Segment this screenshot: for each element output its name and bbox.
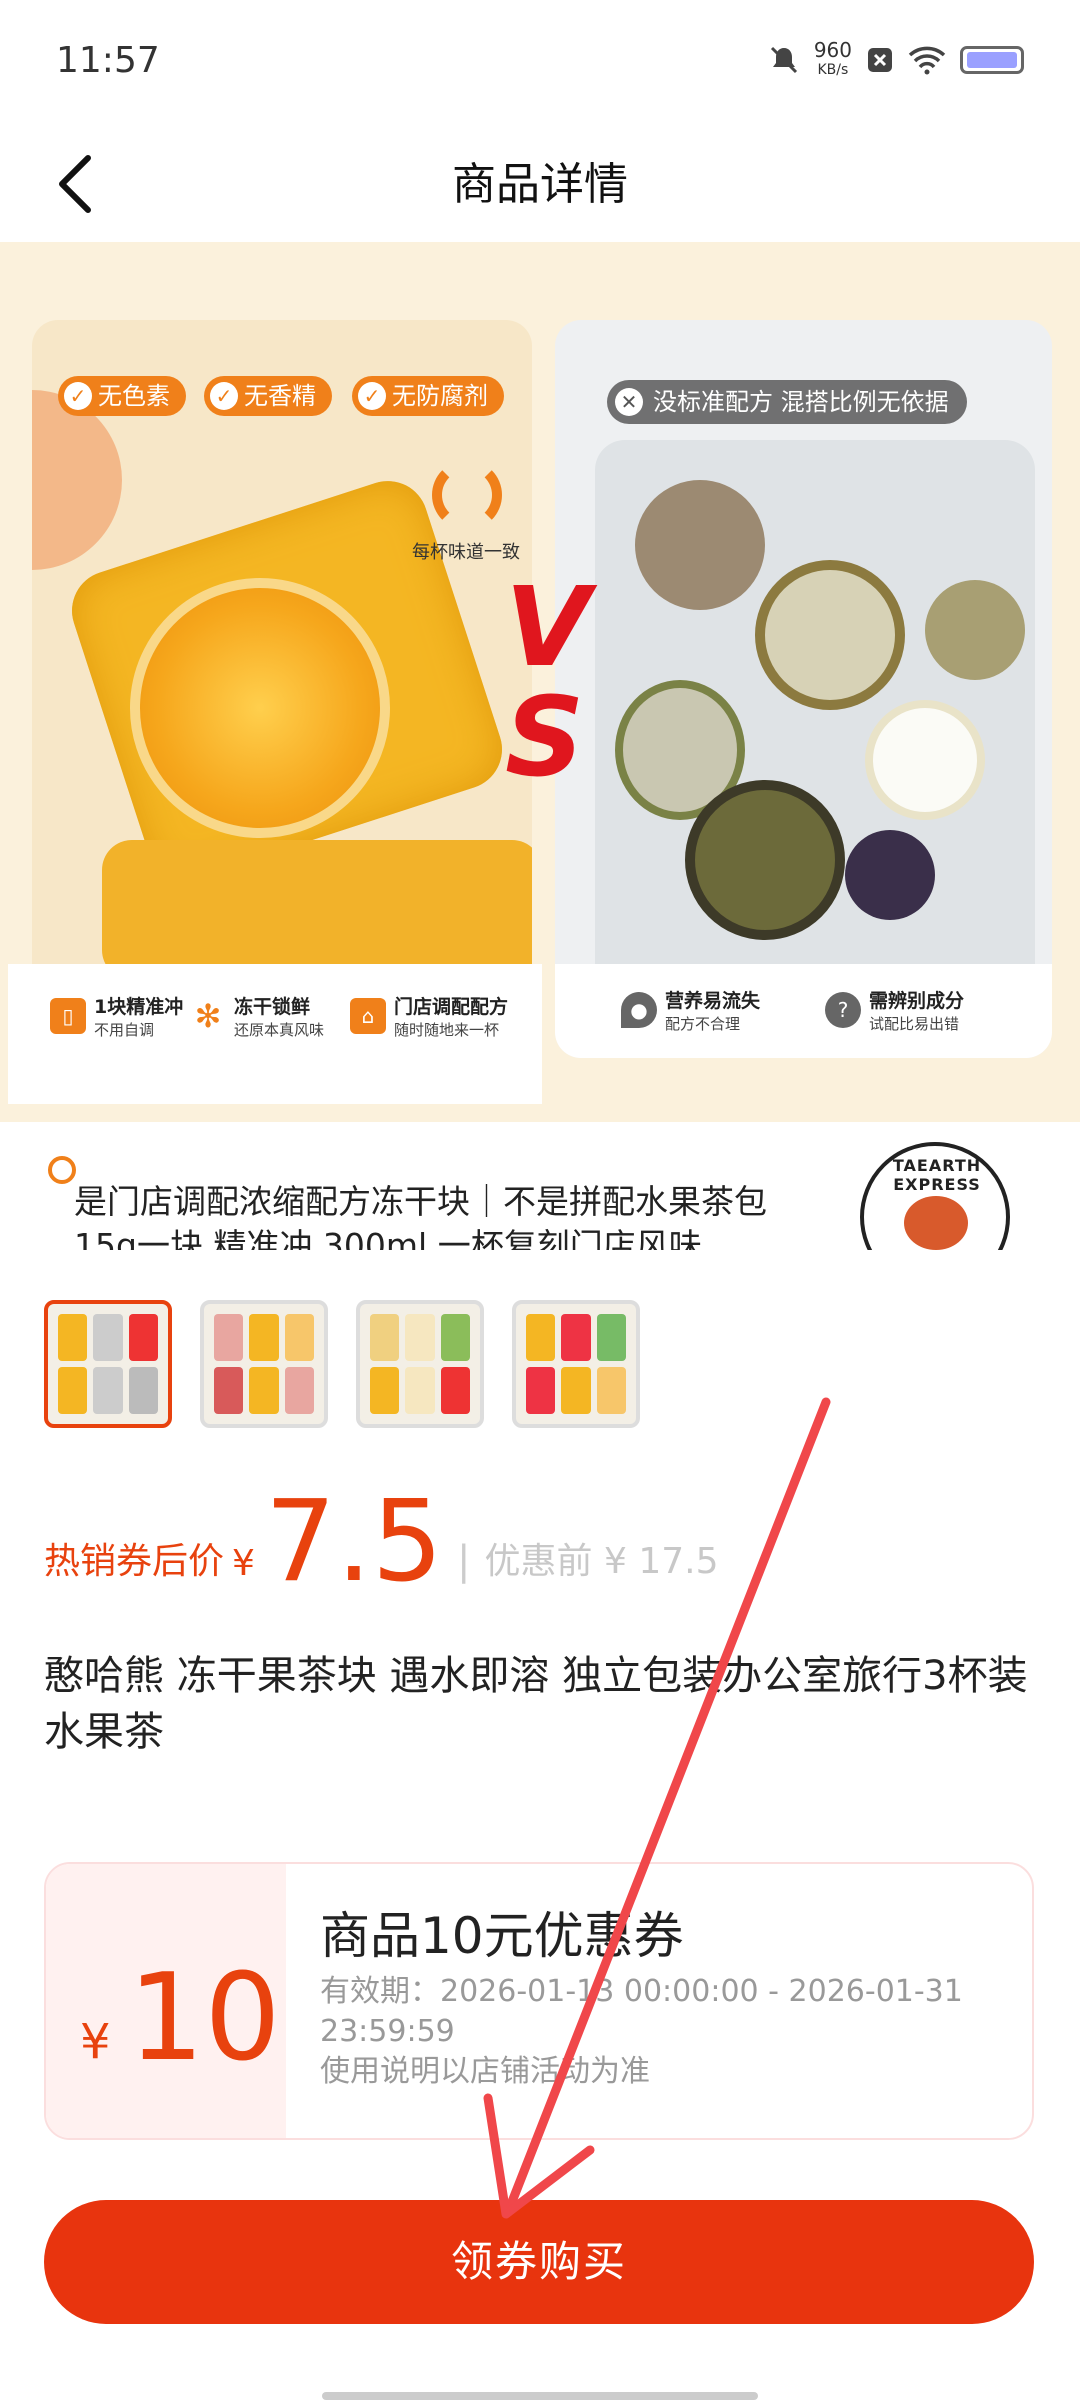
thumbnail-1[interactable] [44, 1300, 172, 1428]
feature-store-formula: ⌂ 门店调配配方 随时随地来一杯 [350, 992, 508, 1040]
price-separator: | [457, 1538, 471, 1584]
coupon-amount-panel: ¥ 10 [46, 1864, 286, 2138]
status-bar: 11:57 960 KB/s [0, 0, 1080, 126]
price-label: 热销券后价 [44, 1541, 225, 1582]
freeze-dried-block-photo: ✓ 无色素 ✓ 无香精 ✓ 无防腐剂 每杯味道一致 [32, 320, 532, 1058]
close-box-icon [868, 48, 892, 72]
tea-bag-photo: ✕ 没标准配方 混搭比例无依据 [555, 320, 1052, 1058]
home-indicator[interactable] [322, 2392, 758, 2400]
thumbnail-strip [44, 1300, 640, 1428]
brand-logo: TAEARTH EXPRESS [860, 1142, 1010, 1250]
tag-no-standard-formula: ✕ 没标准配方 混搭比例无依据 [607, 380, 967, 424]
original-price: 优惠前 ¥ 17.5 [484, 1541, 719, 1582]
thumbnail-3[interactable] [356, 1300, 484, 1428]
vs-mark: VS [505, 563, 591, 801]
tea-block-image [102, 840, 532, 980]
wifi-icon [908, 46, 946, 75]
product-name: 憨哈熊 冻干果茶块 遇水即溶 独立包装办公室旅行3杯装水果茶 [44, 1653, 1028, 1755]
coupon-validity: 有效期：2026-01-13 00:00:00 - 2026-01-31 23:… [320, 1974, 963, 2049]
thumbnail-2[interactable] [200, 1300, 328, 1428]
red-panda-icon [904, 1196, 968, 1250]
refresh-icon [432, 460, 502, 530]
coupon-value: 10 [128, 1949, 281, 2088]
network-speed: 960 KB/s [813, 38, 852, 78]
description-text: 是门店调配浓缩配方冻干块｜不是拼配水果茶包 15g一块 精准冲 300ml 一杯… [74, 1182, 767, 1250]
thumbnail-4[interactable] [512, 1300, 640, 1428]
left-feature-strip: ▯ 1块精准冲 不用自调 ✻ 冻干锁鲜 还原本真风味 ⌂ 门店调配配方 随时随地来一杯 [8, 964, 542, 1104]
check-icon: ✓ [210, 382, 238, 410]
snowflake-icon: ✻ [194, 997, 222, 1035]
right-feature-strip: ● 营养易流失 配方不合理 ? 需辨别成分 试配比易出错 [555, 964, 1052, 1058]
feature-nutrient-loss: ● 营养易流失 配方不合理 [621, 986, 760, 1034]
product-main-image[interactable]: ✓ 无色素 ✓ 无香精 ✓ 无防腐剂 每杯味道一致 ✕ 没标准配方 混搭比例无依据 VS… [0, 242, 1080, 1122]
page-title: 商品详情 [452, 159, 628, 210]
status-time: 11:57 [56, 40, 160, 81]
feature-freeze-dry: ✻ 冻干锁鲜 还原本真风味 [190, 992, 324, 1040]
tag-no-flavor: ✓ 无香精 [204, 376, 332, 416]
mute-bell-icon [770, 46, 797, 74]
store-icon: ⌂ [350, 998, 386, 1034]
cup-icon: ▯ [50, 998, 86, 1034]
feature-precise-brew: ▯ 1块精准冲 不用自调 [50, 992, 183, 1040]
bullet-circle-icon [48, 1156, 76, 1184]
top-bar: 商品详情 [0, 126, 1080, 242]
price-value: 7.5 [264, 1477, 444, 1607]
product-description: 是门店调配浓缩配方冻干块｜不是拼配水果茶包 15g一块 精准冲 300ml 一杯… [0, 1122, 1080, 1250]
coupon-currency: ¥ [80, 2014, 111, 2070]
tag-no-pigment: ✓ 无色素 [58, 376, 186, 416]
coupon-note: 使用说明以店铺活动为准 [320, 2054, 650, 2089]
peach-image [32, 390, 122, 570]
price-currency: ¥ [232, 1543, 255, 1584]
tag-no-preservative: ✓ 无防腐剂 [352, 376, 504, 416]
close-circle-icon: ✕ [615, 388, 643, 416]
status-icons: 960 KB/s [768, 40, 1024, 80]
question-icon: ? [825, 992, 861, 1028]
claim-coupon-buy-button[interactable]: 领券购买 [44, 2200, 1034, 2324]
battery-icon [960, 46, 1024, 74]
fruit-tea-bag-image [595, 440, 1035, 1000]
drop-icon: ● [621, 992, 657, 1028]
price-row: 热销券后价 ¥ 7.5 | 优惠前 ¥ 17.5 [44, 1478, 718, 1598]
same-taste-label: 每杯味道一致 [412, 542, 520, 563]
check-icon: ✓ [358, 382, 386, 410]
check-icon: ✓ [64, 382, 92, 410]
coupon-title: 商品10元优惠券 [320, 1907, 684, 1965]
feature-identify-ingredients: ? 需辨别成分 试配比易出错 [825, 986, 964, 1034]
coupon-card[interactable]: ¥ 10 商品10元优惠券 有效期：2026-01-13 00:00:00 - … [44, 1862, 1034, 2140]
